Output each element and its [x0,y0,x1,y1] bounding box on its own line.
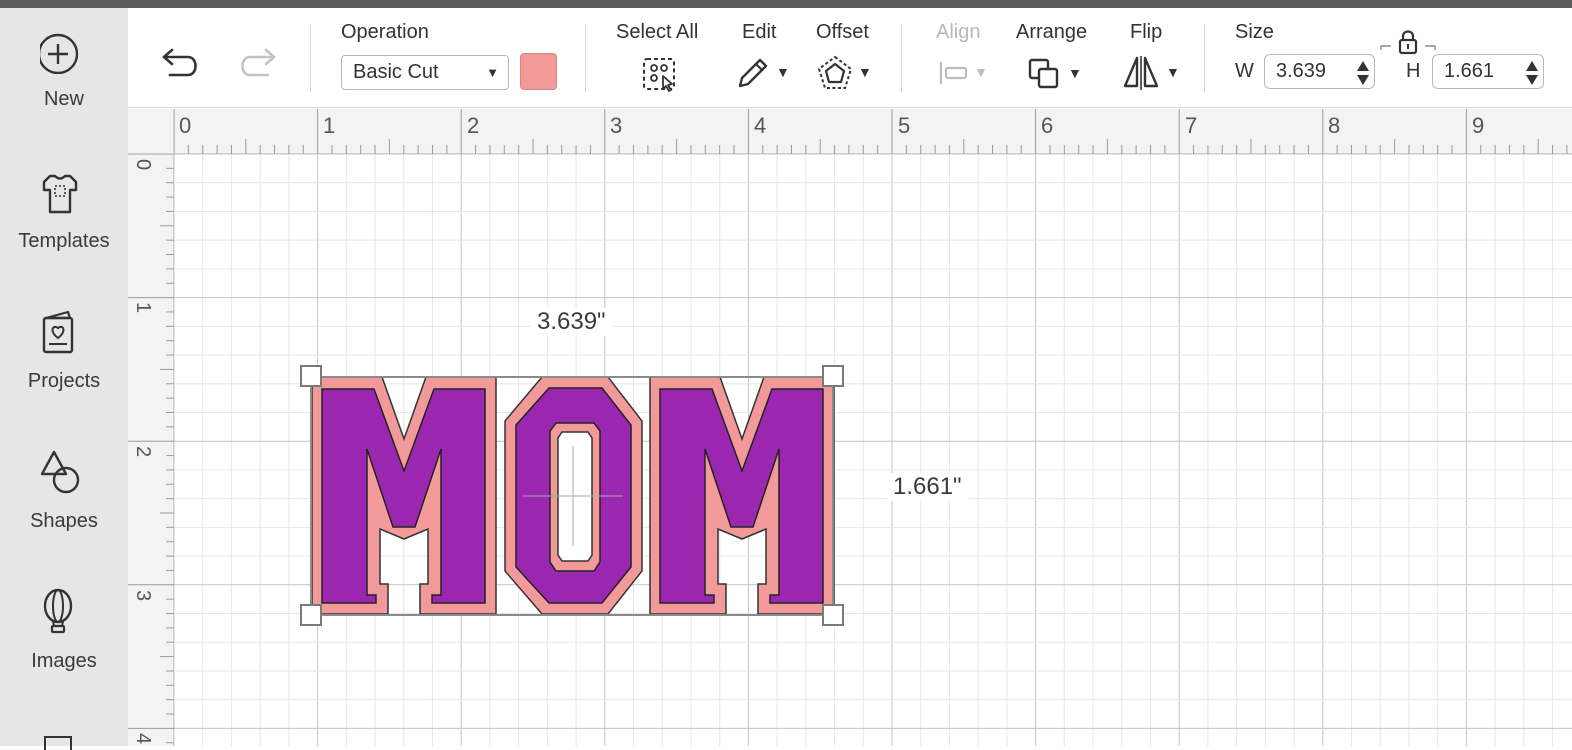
edit-label: Edit [742,21,777,43]
width-label: W [1235,60,1254,82]
ruler-number: 6 [1041,113,1054,138]
balloon-icon [43,588,73,634]
select-all-label: Select All [616,21,699,43]
shapes-icon [40,450,80,494]
size-label: Size [1235,21,1274,43]
resize-handle-top-right[interactable] [822,365,844,387]
select-all-icon[interactable] [641,56,679,94]
ruler-number: 4 [132,733,154,745]
flip-button[interactable]: ▼ [1122,54,1182,92]
ruler-number: 3 [610,113,623,138]
align-label: Align [936,21,981,43]
toolbar-separator [310,24,311,92]
horizontal-ruler: 0 1 2 3 4 5 6 7 8 9 [128,109,1572,154]
sidebar: New Templates Projects Shapes Images [0,8,128,750]
ruler-number: 4 [754,113,767,138]
ruler-number: 1 [323,113,336,138]
align-button[interactable]: ▼ [936,56,992,90]
ruler-number: 9 [1472,113,1485,138]
arrange-label: Arrange [1016,21,1088,43]
sidebar-item-more-icon[interactable] [44,736,72,750]
ruler-number: 7 [1185,113,1198,138]
color-swatch[interactable] [520,53,557,90]
chevron-down-icon: ▼ [974,64,988,80]
window-top-strip [0,0,1572,8]
ruler-number: 0 [132,159,154,171]
letter-m-right[interactable] [649,376,835,615]
design-canvas-area: 0 1 2 3 4 5 6 7 8 9 0 1 2 3 4 3.639" 1.6… [128,109,1572,746]
undo-icon[interactable] [160,44,204,80]
pencil-icon [738,58,768,88]
height-dimension-label: 1.661" [887,473,968,501]
selected-design[interactable] [296,361,856,631]
offset-label: Offset [816,21,869,43]
sidebar-item-label: Shapes [30,510,98,532]
flip-label: Flip [1130,21,1163,43]
sidebar-item-projects[interactable]: Projects [0,308,128,418]
ruler-number: 5 [898,113,911,138]
ruler-number: 3 [132,590,154,602]
sidebar-item-templates[interactable]: Templates [0,168,128,278]
align-left-icon [939,62,968,84]
sidebar-item-label: Projects [27,370,101,392]
height-stepper-icon[interactable] [1525,59,1539,87]
plus-circle-icon [40,33,79,74]
sidebar-item-images[interactable]: Images [0,588,128,698]
height-label: H [1406,60,1421,82]
ruler-number: 0 [179,113,192,138]
ruler-number: 2 [467,113,480,138]
ruler-number: 8 [1328,113,1341,138]
redo-icon[interactable] [236,44,280,80]
width-input-value: 3.639 [1276,60,1327,82]
toolbar-separator [901,24,902,92]
vertical-ruler: 0 1 2 3 4 [128,109,174,746]
chevron-down-icon: ▼ [1068,65,1082,81]
sidebar-item-new[interactable]: New [0,26,128,136]
lock-icon[interactable] [1379,28,1437,58]
chevron-down-icon: ▼ [486,65,499,80]
sidebar-item-label: New [43,88,84,110]
horizontal-ruler-ticks [173,109,1568,154]
resize-handle-bottom-right[interactable] [822,604,844,626]
sidebar-item-label: Templates [18,230,110,252]
chevron-down-icon: ▼ [858,64,872,80]
ruler-number: 1 [132,302,154,314]
toolbar: Operation Basic Cut ▼ Select All Edit ▼ … [128,8,1572,108]
resize-handle-top-left[interactable] [300,365,322,387]
vertical-ruler-ticks [128,153,174,744]
height-input-value: 1.661 [1444,60,1495,82]
tshirt-icon [42,174,78,214]
toolbar-separator [1204,24,1205,92]
projects-icon [42,310,74,354]
height-input[interactable]: 1.661 [1432,54,1544,89]
offset-button[interactable]: ▼ [816,54,876,92]
arrange-icon [1028,58,1059,89]
operation-select[interactable]: Basic Cut ▼ [341,55,509,90]
letter-m-left[interactable] [311,376,497,615]
offset-icon [817,55,853,89]
chevron-down-icon: ▼ [776,64,790,80]
sidebar-item-label: Images [31,650,97,672]
sidebar-item-shapes[interactable]: Shapes [0,448,128,558]
operation-select-value: Basic Cut [353,61,439,83]
width-input[interactable]: 3.639 [1264,54,1375,89]
resize-handle-bottom-left[interactable] [300,604,322,626]
width-dimension-label: 3.639" [531,308,612,336]
toolbar-separator [585,24,586,92]
chevron-down-icon: ▼ [1166,64,1180,80]
edit-button[interactable]: ▼ [734,54,792,92]
operation-label: Operation [341,21,429,43]
ruler-number: 2 [132,446,154,458]
width-stepper-icon[interactable] [1356,59,1370,87]
flip-icon [1123,56,1159,90]
ruler-corner [128,109,174,154]
arrange-button[interactable]: ▼ [1026,56,1086,92]
